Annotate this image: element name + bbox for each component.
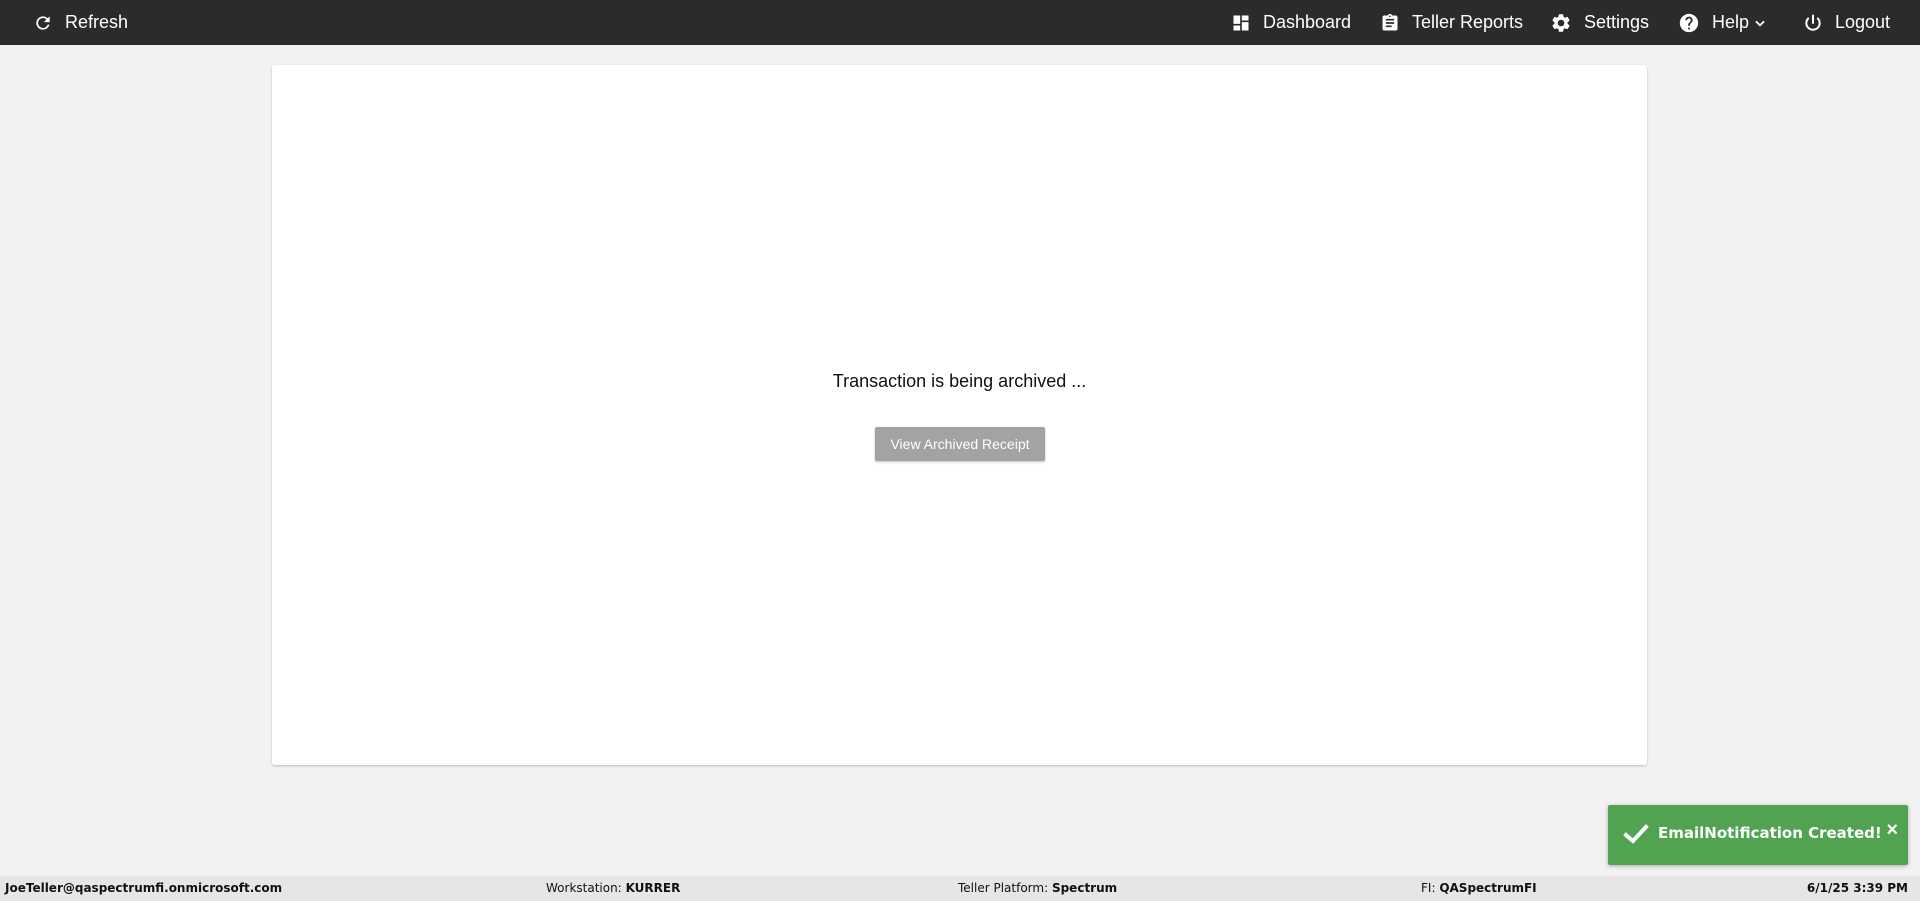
chevron-down-icon (1753, 16, 1767, 30)
teller-reports-link[interactable]: Teller Reports (1380, 0, 1523, 45)
status-teller-platform: Teller Platform: Spectrum (958, 876, 1117, 901)
status-bar: JoeTeller@qaspectrumfi.onmicrosoft.com W… (0, 876, 1920, 901)
teller-platform-label: Teller Platform: (958, 881, 1049, 895)
gear-icon (1550, 12, 1572, 34)
teller-platform-value: Spectrum (1051, 881, 1118, 895)
toast-close-button[interactable]: × (1886, 820, 1898, 840)
toast-message: EmailNotification Created! (1658, 824, 1882, 842)
archive-status-card: Transaction is being archived ... View A… (272, 65, 1647, 765)
dashboard-link[interactable]: Dashboard (1231, 0, 1351, 45)
check-icon (1623, 823, 1649, 850)
status-workstation: Workstation: KURRER (546, 876, 680, 901)
clipboard-icon (1380, 12, 1400, 34)
refresh-button[interactable]: Refresh (33, 0, 128, 45)
power-icon (1803, 13, 1823, 33)
logout-label: Logout (1835, 12, 1891, 32)
refresh-label: Refresh (65, 12, 129, 32)
help-label: Help (1712, 12, 1750, 32)
teller-reports-label: Teller Reports (1412, 12, 1524, 32)
settings-label: Settings (1584, 12, 1650, 32)
dashboard-icon (1231, 13, 1251, 33)
fi-value: QASpectrumFI (1439, 881, 1537, 895)
status-datetime: 6/1/25 3:39 PM (1806, 881, 1908, 895)
view-archived-receipt-button[interactable]: View Archived Receipt (875, 427, 1045, 461)
top-nav-bar: Refresh Dashboard Teller Reports Setting… (0, 0, 1920, 45)
archive-status-message: Transaction is being archived ... (832, 371, 1087, 391)
dashboard-label: Dashboard (1263, 12, 1352, 32)
fi-label: FI: (1421, 881, 1436, 895)
logout-button[interactable]: Logout (1803, 0, 1890, 45)
status-fi: FI: QASpectrumFI (1421, 876, 1537, 901)
settings-link[interactable]: Settings (1550, 0, 1649, 45)
help-menu[interactable]: Help (1678, 0, 1767, 45)
help-circle-icon (1678, 12, 1700, 34)
success-toast: EmailNotification Created! × (1608, 805, 1908, 865)
refresh-icon (33, 13, 53, 33)
workstation-value: KURRER (625, 881, 681, 895)
workstation-label: Workstation: (546, 881, 622, 895)
status-user: JoeTeller@qaspectrumfi.onmicrosoft.com (5, 881, 283, 895)
